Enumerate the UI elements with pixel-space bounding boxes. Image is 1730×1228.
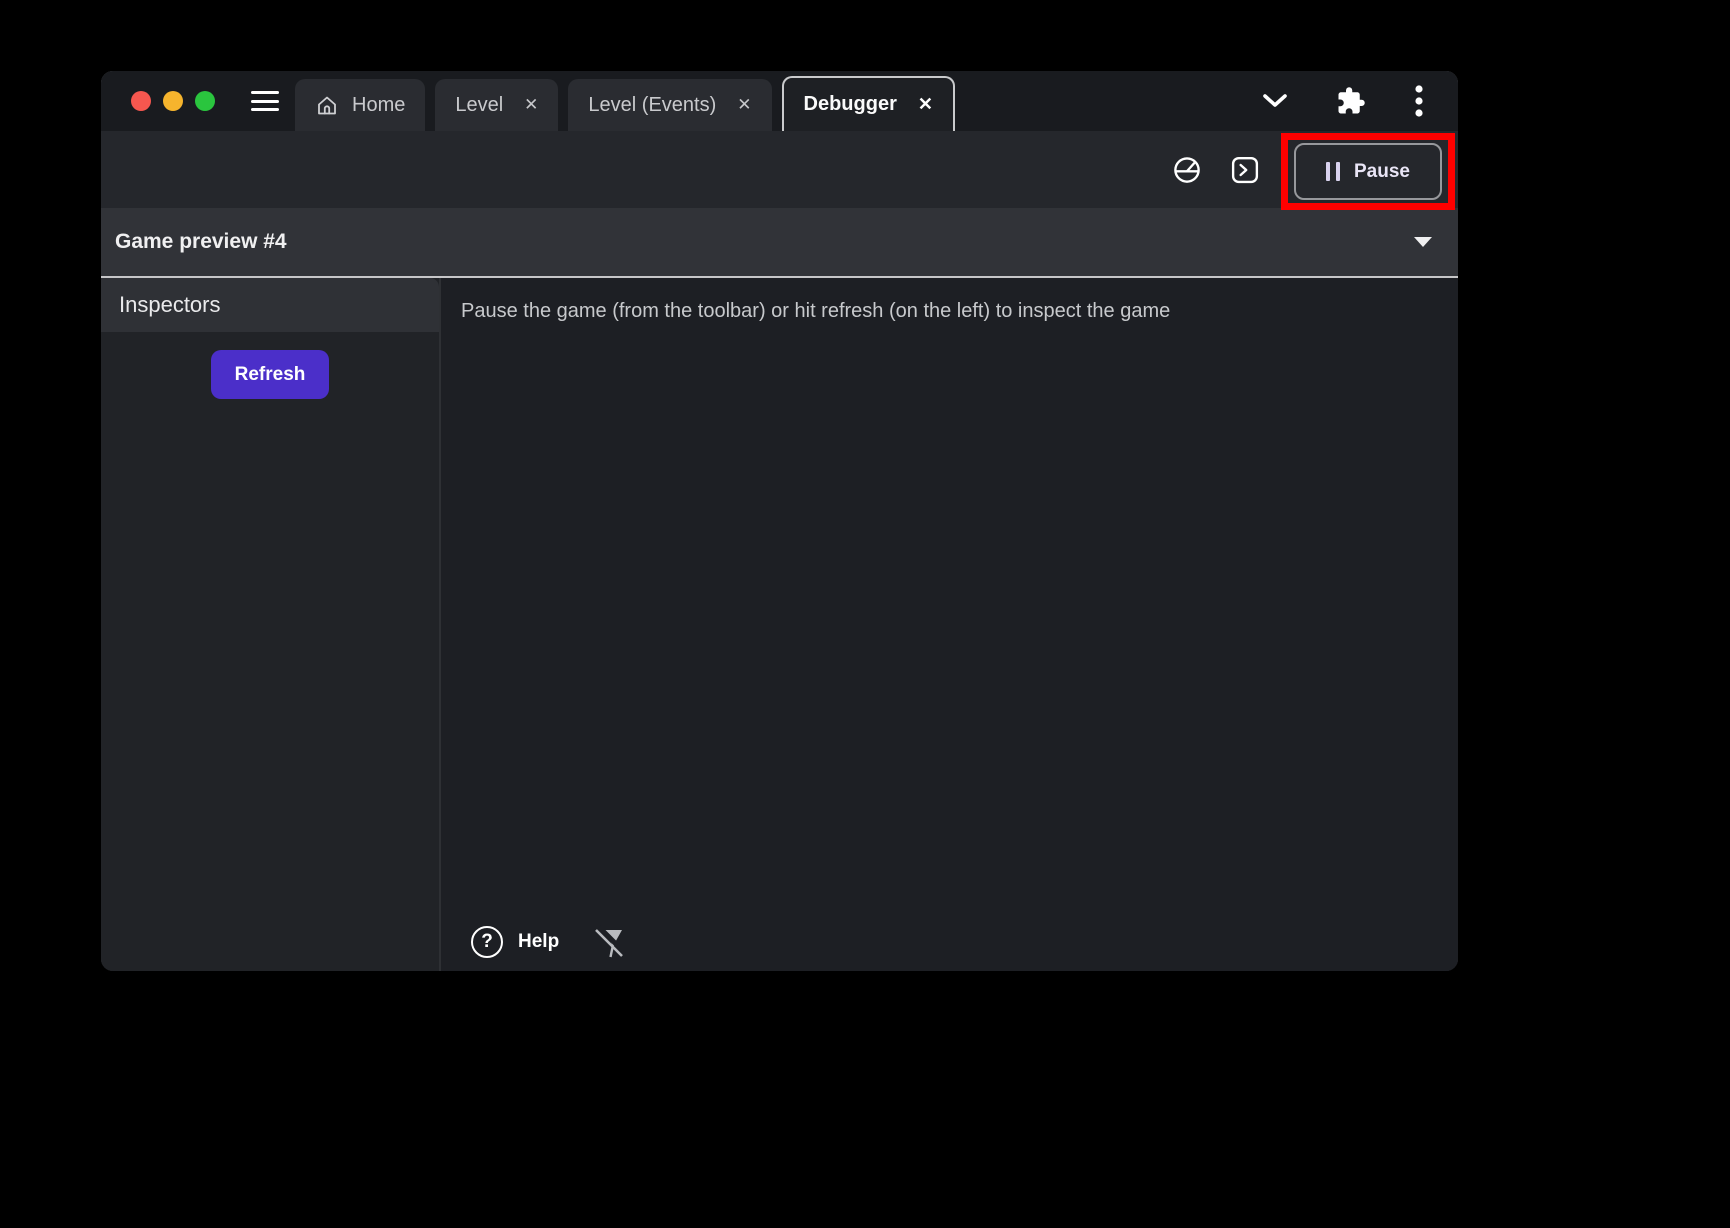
- tab-home[interactable]: Home: [295, 79, 425, 131]
- game-preview-selector[interactable]: Game preview #4: [101, 208, 1458, 276]
- close-tab-icon[interactable]: ✕: [737, 95, 751, 115]
- pause-hint-message: Pause the game (from the toolbar) or hit…: [441, 278, 1458, 323]
- window-controls: [131, 91, 215, 111]
- app-window: Home Level ✕ Level (Events) ✕ Debugger ✕: [101, 71, 1458, 971]
- minimize-window-button[interactable]: [163, 91, 183, 111]
- hamburger-menu-icon[interactable]: [251, 91, 279, 111]
- zoom-window-button[interactable]: [195, 91, 215, 111]
- close-window-button[interactable]: [131, 91, 151, 111]
- kebab-menu-icon[interactable]: [1414, 84, 1424, 118]
- inspectors-header-label: Inspectors: [119, 292, 221, 318]
- debugger-content: Inspectors Refresh Pause the game (from …: [101, 278, 1458, 971]
- annotation-highlight-box: Pause: [1281, 133, 1455, 210]
- console-icon[interactable]: [1230, 155, 1260, 185]
- inspectors-header: Inspectors: [101, 278, 439, 332]
- refresh-button[interactable]: Refresh: [211, 350, 329, 399]
- game-preview-title: Game preview #4: [115, 230, 287, 254]
- tab-strip: Home Level ✕ Level (Events) ✕ Debugger ✕: [295, 71, 955, 131]
- tab-level-events[interactable]: Level (Events) ✕: [568, 79, 771, 131]
- home-icon: [315, 93, 339, 117]
- pause-icon: [1326, 162, 1340, 181]
- profiler-gauge-icon[interactable]: [1172, 155, 1202, 185]
- help-question-icon[interactable]: ?: [471, 926, 503, 958]
- tab-label: Home: [352, 94, 405, 117]
- tab-debugger[interactable]: Debugger ✕: [782, 76, 955, 131]
- chevron-down-icon[interactable]: [1262, 93, 1288, 109]
- help-row: ? Help: [471, 924, 626, 960]
- close-tab-icon[interactable]: ✕: [918, 94, 933, 115]
- caret-down-icon[interactable]: [1414, 237, 1432, 248]
- tab-label: Debugger: [804, 93, 897, 116]
- inspectors-sidebar: Inspectors Refresh: [101, 278, 439, 971]
- debugger-toolbar: Pause: [101, 131, 1458, 208]
- pause-button[interactable]: Pause: [1294, 143, 1442, 200]
- tab-label: Level (Events): [588, 94, 716, 117]
- help-label[interactable]: Help: [518, 931, 559, 953]
- tab-label: Level: [455, 94, 503, 117]
- tab-bar: Home Level ✕ Level (Events) ✕ Debugger ✕: [101, 71, 1458, 131]
- topbar-icons: [1262, 71, 1424, 131]
- close-tab-icon[interactable]: ✕: [524, 95, 538, 115]
- extensions-puzzle-icon[interactable]: [1336, 86, 1366, 116]
- tab-level[interactable]: Level ✕: [435, 79, 558, 131]
- inspector-main-pane: Pause the game (from the toolbar) or hit…: [441, 278, 1458, 971]
- pin-off-icon[interactable]: [592, 924, 626, 960]
- pause-button-label: Pause: [1354, 161, 1410, 183]
